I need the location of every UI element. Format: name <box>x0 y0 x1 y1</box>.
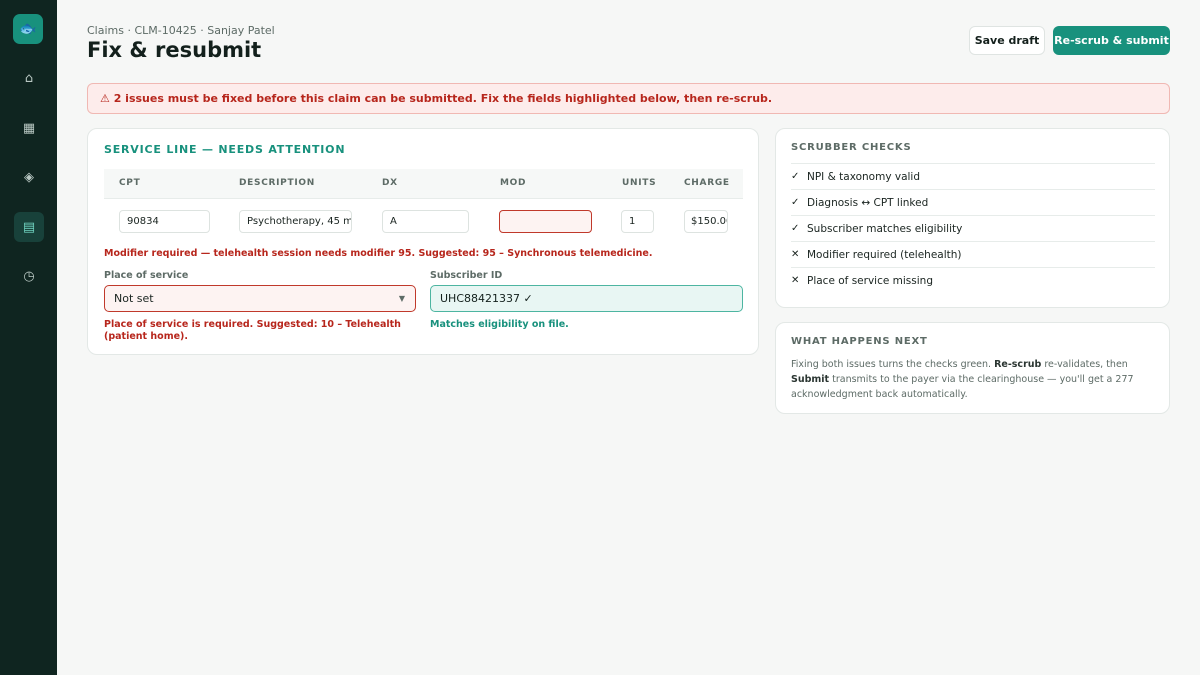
calendar-icon: ▦ <box>22 120 36 136</box>
nav-tags[interactable]: ◈ <box>14 162 44 192</box>
place-of-service-select[interactable]: Not set ▼ <box>104 285 416 312</box>
table-header: CPT DESCRIPTION DX MOD UNITS CHARGE <box>104 169 743 199</box>
check-item: ✕ Modifier required (telehealth) <box>791 241 1155 267</box>
next-title: WHAT HAPPENS NEXT <box>791 336 928 347</box>
check-label: Place of service missing <box>807 274 933 287</box>
service-line-card: SERVICE LINE — NEEDS ATTENTION CPT DESCR… <box>87 128 759 355</box>
next-bold-submit: Submit <box>791 374 830 385</box>
nav-calendar[interactable]: ▦ <box>14 113 44 143</box>
checks-title: SCRUBBER CHECKS <box>791 142 912 153</box>
dx-input[interactable]: A <box>382 210 469 233</box>
units-input[interactable]: 1 <box>621 210 654 233</box>
service-line-title: SERVICE LINE — NEEDS ATTENTION <box>104 143 346 156</box>
next-description: Fixing both issues turns the checks gree… <box>791 357 1151 402</box>
check-icon: ✓ <box>791 223 800 234</box>
main-content: Claims · CLM-10425 · Sanjay Patel Fix & … <box>57 0 1200 675</box>
error-alert: ⚠ 2 issues must be fixed before this cla… <box>87 83 1170 114</box>
subscriber-label: Subscriber ID <box>430 270 503 281</box>
pos-value: Not set <box>114 292 154 305</box>
col-charge: CHARGE <box>684 178 730 188</box>
chevron-down-icon: ▼ <box>398 294 405 303</box>
check-item: ✓ NPI & taxonomy valid <box>791 163 1155 189</box>
check-icon: ✓ <box>791 171 800 182</box>
sidebar: 🐟 ⌂ ▦ ◈ ▤ ◷ <box>0 0 57 675</box>
check-label: Diagnosis ↔ CPT linked <box>807 196 929 209</box>
next-text-1: Fixing both issues turns the checks gree… <box>791 359 995 370</box>
col-cpt: CPT <box>119 178 141 188</box>
check-icon: ✓ <box>791 197 800 208</box>
col-description: DESCRIPTION <box>239 178 315 188</box>
check-item: ✓ Diagnosis ↔ CPT linked <box>791 189 1155 215</box>
what-happens-next-card: WHAT HAPPENS NEXT Fixing both issues tur… <box>775 322 1170 414</box>
modifier-input[interactable] <box>499 210 592 233</box>
tag-icon: ◈ <box>24 169 34 185</box>
alert-text: ⚠ 2 issues must be fixed before this cla… <box>100 92 773 105</box>
next-bold-rescrub: Re-scrub <box>994 359 1042 370</box>
col-mod: MOD <box>500 178 527 188</box>
save-draft-button[interactable]: Save draft <box>969 26 1045 55</box>
check-label: NPI & taxonomy valid <box>807 170 921 183</box>
page-title: Fix & resubmit <box>87 38 262 62</box>
home-icon: ⌂ <box>24 70 34 86</box>
next-text-2: re-validates, then <box>1041 359 1128 370</box>
scrubber-checks-card: SCRUBBER CHECKS ✓ NPI & taxonomy valid ✓ D… <box>775 128 1170 308</box>
rescrub-submit-button[interactable]: Re-scrub & submit <box>1053 26 1170 55</box>
description-input[interactable]: Psychotherapy, 45 min <box>239 210 352 233</box>
check-label: Subscriber matches eligibility <box>807 222 963 235</box>
subscriber-id-input[interactable]: UHC88421337 ✓ <box>430 285 743 312</box>
cross-icon: ✕ <box>791 275 800 286</box>
next-text-3: transmits to the payer via the clearingh… <box>791 374 1134 400</box>
nav-home[interactable]: ⌂ <box>14 63 44 93</box>
breadcrumb[interactable]: Claims · CLM-10425 · Sanjay Patel <box>87 24 275 37</box>
pos-error: Place of service is required. Suggested:… <box>104 319 401 342</box>
charge-input[interactable]: $150.00 <box>684 210 728 233</box>
clock-icon: ◷ <box>23 268 35 284</box>
check-item: ✕ Place of service missing <box>791 267 1155 293</box>
subscriber-ok: Matches eligibility on file. <box>430 319 569 330</box>
claims-icon: ▤ <box>22 219 36 235</box>
cross-icon: ✕ <box>791 249 800 260</box>
nav-claims[interactable]: ▤ <box>14 212 44 242</box>
modifier-error: Modifier required — telehealth session n… <box>104 248 653 259</box>
check-label: Modifier required (telehealth) <box>807 248 962 261</box>
check-item: ✓ Subscriber matches eligibility <box>791 215 1155 241</box>
fish-icon: 🐟 <box>19 21 37 37</box>
nav-history[interactable]: ◷ <box>14 261 44 291</box>
subscriber-value: UHC88421337 ✓ <box>440 292 533 305</box>
cpt-input[interactable]: 90834 <box>119 210 210 233</box>
pos-label: Place of service <box>104 270 189 281</box>
col-units: UNITS <box>622 178 657 188</box>
app-logo[interactable]: 🐟 <box>13 14 43 44</box>
col-dx: DX <box>382 178 398 188</box>
